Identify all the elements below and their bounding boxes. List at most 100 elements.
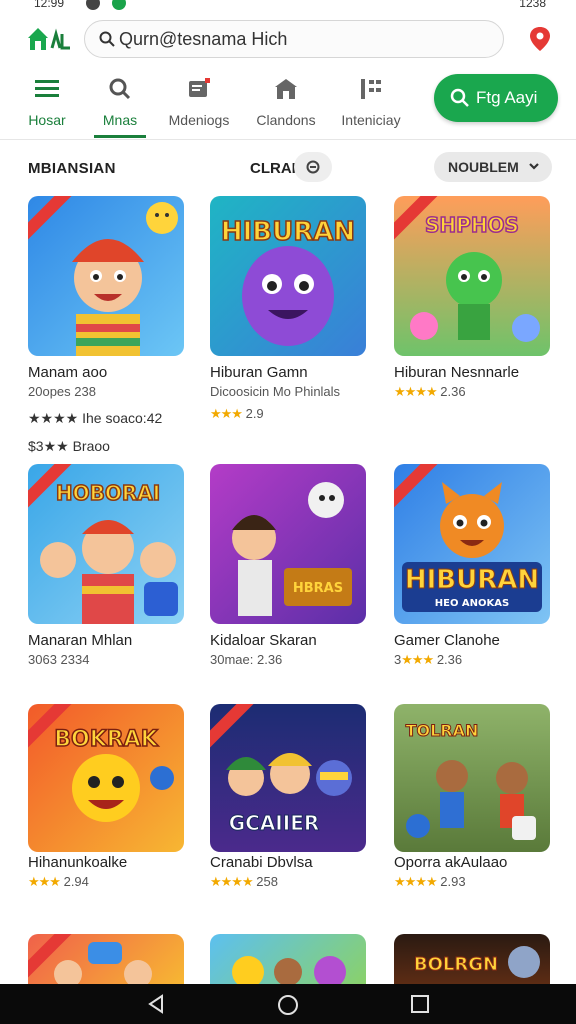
game-title: Gamer Clanohe — [394, 632, 500, 649]
app-notification-icon — [112, 0, 126, 10]
rating-value: 2.94 — [63, 874, 89, 889]
star-rating-icon: ★★★ — [210, 406, 243, 421]
menu-icon — [35, 80, 59, 97]
tab-devices[interactable]: Mdeniogs — [166, 70, 232, 138]
tablet-icon — [189, 78, 210, 97]
tab-search[interactable]: Mnas — [94, 70, 146, 138]
game-rating-text: ★★★★ Ihe soaco:42 — [28, 410, 163, 426]
play-now-button[interactable]: Ftg Aayi — [434, 74, 558, 122]
game-thumbnail[interactable]: BOLRGN — [394, 934, 550, 984]
game-thumbnail[interactable]: GCAIIER — [210, 704, 366, 852]
tab-store[interactable]: Clandons — [254, 70, 318, 138]
game-thumbnail[interactable] — [28, 934, 184, 984]
thumb-sub-text: HEO ANOKAS — [435, 598, 509, 609]
treasure-girl-icon: HBRAS — [232, 482, 352, 616]
star-rating-icon: ★★★★ — [394, 384, 438, 399]
thumb-title-text: HOBORAI — [56, 481, 160, 505]
game-title: Hihanunkoalke — [28, 854, 128, 871]
rating-value: 2.9 — [245, 406, 264, 421]
status-time: 12:99 — [34, 0, 65, 10]
search-icon — [450, 88, 469, 107]
game-title: Cranabi Dbvlsa — [210, 854, 313, 871]
notification-icon — [86, 0, 100, 10]
play-now-label: Ftg Aayi — [476, 88, 538, 107]
star-rating-icon: ★★★ — [28, 874, 61, 889]
game-rating: ★★★★ 2.36 — [394, 384, 466, 400]
tab-home[interactable]: Hosar — [22, 70, 72, 138]
chevron-down-icon — [529, 163, 539, 170]
green-cat-icon: SHPHOS — [410, 212, 540, 342]
search-icon — [99, 31, 115, 47]
top-bar — [0, 14, 576, 66]
wolf-icon: BOLRGN — [413, 946, 540, 978]
thumb-sub-text: HBRAS — [293, 581, 343, 596]
game-thumbnail[interactable]: TOLRAN — [394, 704, 550, 852]
recents-icon[interactable] — [410, 994, 430, 1014]
game-rating: ★★★ 2.9 — [210, 406, 264, 422]
star-rating-icon: ★★★★ — [210, 874, 254, 889]
tab-devices-label: Mdeniogs — [168, 112, 230, 128]
status-clock: 1238 — [519, 0, 546, 10]
search-bar[interactable] — [84, 20, 504, 58]
game-title: Oporra akAulaao — [394, 854, 508, 871]
home-logo-icon[interactable] — [26, 26, 72, 52]
search-input[interactable] — [119, 27, 489, 51]
star-rating-icon: ★★★ — [401, 652, 434, 667]
home-icon[interactable] — [277, 994, 299, 1016]
tab-grid[interactable]: Inteniciay — [338, 70, 404, 138]
thumb-title-text: HIBURAN — [221, 217, 355, 247]
thumb-title-text: SHPHOS — [425, 213, 519, 237]
thumb-title-text: GCAIIER — [229, 811, 320, 835]
game-rating: 3★★★ 2.36 — [394, 652, 462, 668]
game-price-text: $3★★ Braoo — [28, 438, 110, 454]
game-thumbnail[interactable]: BOKRAK — [28, 704, 184, 852]
game-thumbnail[interactable]: SHPHOS — [394, 196, 550, 356]
rating-value: 2.93 — [440, 874, 466, 889]
status-bar: 12:99 1238 — [0, 0, 576, 12]
game-thumbnail[interactable]: HOBORAI — [28, 464, 184, 624]
thumb-title-text: HIBURAN — [405, 565, 539, 595]
game-subtitle: 20opes 238 — [28, 384, 96, 399]
cartoon-boy-icon — [72, 202, 178, 356]
store-icon — [275, 79, 297, 99]
category-nav: Hosar Mnas Mdeniogs Clandons Inteniciay … — [0, 70, 576, 140]
game-thumbnail[interactable]: HIBURAN HEO ANOKAS — [394, 464, 550, 624]
location-pin-icon[interactable] — [528, 26, 552, 52]
cartoon-kids-icon: HOBORAI — [40, 480, 178, 624]
adventure-kids-icon: TOLRAN — [405, 721, 536, 840]
thumb-title-text: BOKRAK — [54, 727, 158, 752]
grid-icon — [361, 79, 381, 99]
filter-row: MBIANSIAN CLRAK NOUBLEM — [0, 150, 576, 186]
game-thumbnail[interactable] — [28, 196, 184, 356]
game-subtitle: 3063 2334 — [28, 652, 90, 667]
game-title: Manaran Mhlan — [28, 632, 133, 649]
game-rating: ★★★★ 2.93 — [394, 874, 466, 890]
smiley-ball-icon: BOKRAK — [53, 726, 174, 822]
tab-store-label: Clandons — [256, 112, 316, 128]
search-icon — [109, 78, 131, 100]
game-thumbnail[interactable]: HIBURAN — [210, 196, 366, 356]
filter-icon — [306, 160, 320, 174]
rating-value: 2.36 — [436, 652, 463, 667]
rating-value: 2.36 — [440, 384, 466, 399]
cartoon-friends-icon — [232, 956, 346, 984]
tab-search-label: Mnas — [102, 112, 138, 128]
game-subtitle: Dicoosicin Mo Phinlals — [210, 384, 341, 399]
game-thumbnail[interactable] — [210, 934, 366, 984]
system-nav-bar — [0, 984, 576, 1024]
game-subtitle: 30mae: 2.36 — [210, 652, 283, 667]
game-thumbnail[interactable]: HBRAS — [210, 464, 366, 624]
section-heading: MBIANSIAN — [28, 160, 116, 177]
game-title: Hiburan Gamn — [210, 364, 308, 381]
purple-monster-icon: HIBURAN — [220, 216, 356, 346]
filter-toggle-button[interactable] — [294, 152, 332, 182]
sort-dropdown[interactable]: NOUBLEM — [434, 152, 552, 182]
back-icon[interactable] — [146, 994, 166, 1014]
tab-home-label: Hosar — [28, 112, 66, 128]
game-rating: ★★★ 2.94 — [28, 874, 89, 890]
game-title: Manam aoo — [28, 364, 108, 381]
game-title: Hiburan Nesnnarle — [394, 364, 520, 381]
star-rating-icon: ★★★★ — [394, 874, 438, 889]
tab-grid-label: Inteniciay — [341, 112, 401, 128]
rating-value: 258 — [256, 874, 278, 889]
